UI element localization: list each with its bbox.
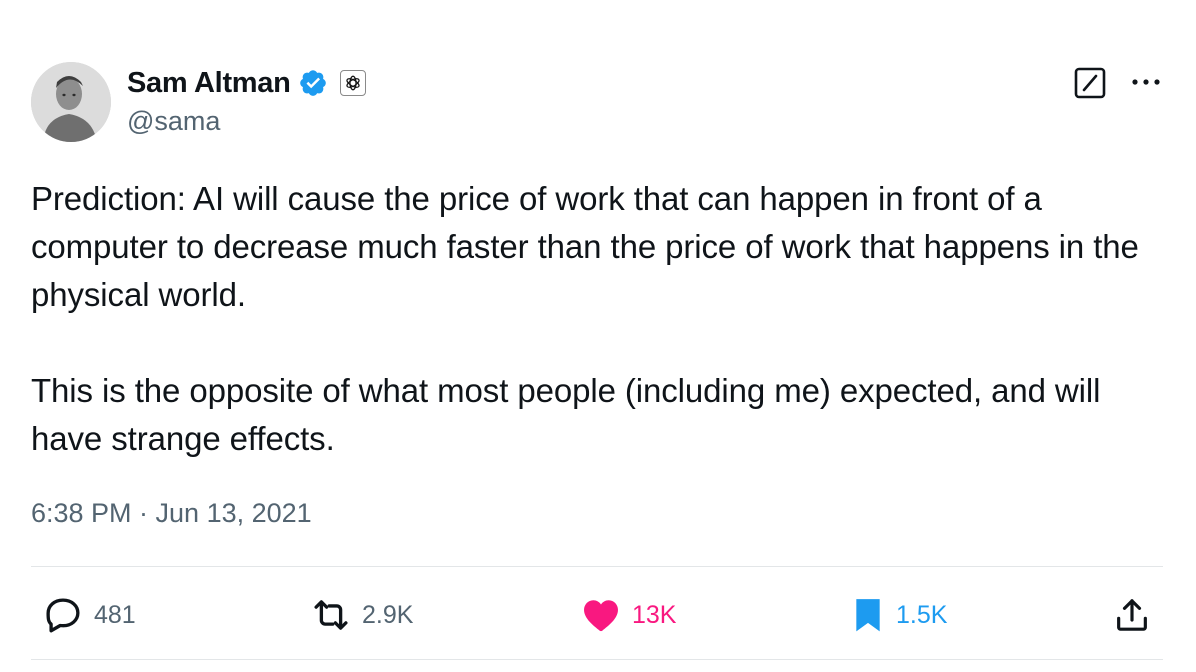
author-name-row: Sam Altman	[127, 64, 366, 102]
verified-badge-icon[interactable]	[298, 68, 328, 98]
repost-count: 2.9K	[362, 600, 414, 629]
tweet-paragraph: Prediction: AI will cause the price of w…	[31, 180, 1139, 313]
tweet-card: Sam Altman @sama Prediction: AI will cau…	[0, 0, 1196, 672]
reply-button[interactable]: 481	[40, 594, 136, 636]
author-display-name[interactable]: Sam Altman	[127, 67, 291, 100]
tweet-paragraph: This is the opposite of what most people…	[31, 372, 1101, 457]
repost-button[interactable]: 2.9K	[308, 594, 413, 636]
avatar[interactable]	[31, 62, 111, 142]
more-options-icon[interactable]	[1128, 70, 1164, 94]
avatar-image	[31, 62, 111, 142]
like-button[interactable]: 13K	[578, 594, 676, 636]
like-count: 13K	[632, 600, 677, 629]
reply-icon	[46, 598, 80, 633]
reply-count: 481	[94, 600, 136, 629]
share-button[interactable]	[1112, 594, 1152, 636]
bookmark-button[interactable]: 1.5K	[848, 594, 947, 636]
author-handle[interactable]: @sama	[127, 106, 220, 137]
heart-icon	[584, 600, 618, 632]
tweet-timestamp[interactable]: 6:38 PM · Jun 13, 2021	[31, 498, 312, 529]
openai-logo-icon[interactable]	[339, 70, 366, 96]
share-icon	[1117, 599, 1147, 631]
divider	[31, 659, 1163, 660]
bookmark-icon	[856, 599, 880, 632]
tweet-text: Prediction: AI will cause the price of w…	[31, 175, 1161, 463]
bookmark-count: 1.5K	[896, 600, 948, 629]
repost-icon	[314, 600, 348, 630]
divider	[31, 566, 1163, 567]
grok-icon[interactable]	[1073, 66, 1107, 100]
